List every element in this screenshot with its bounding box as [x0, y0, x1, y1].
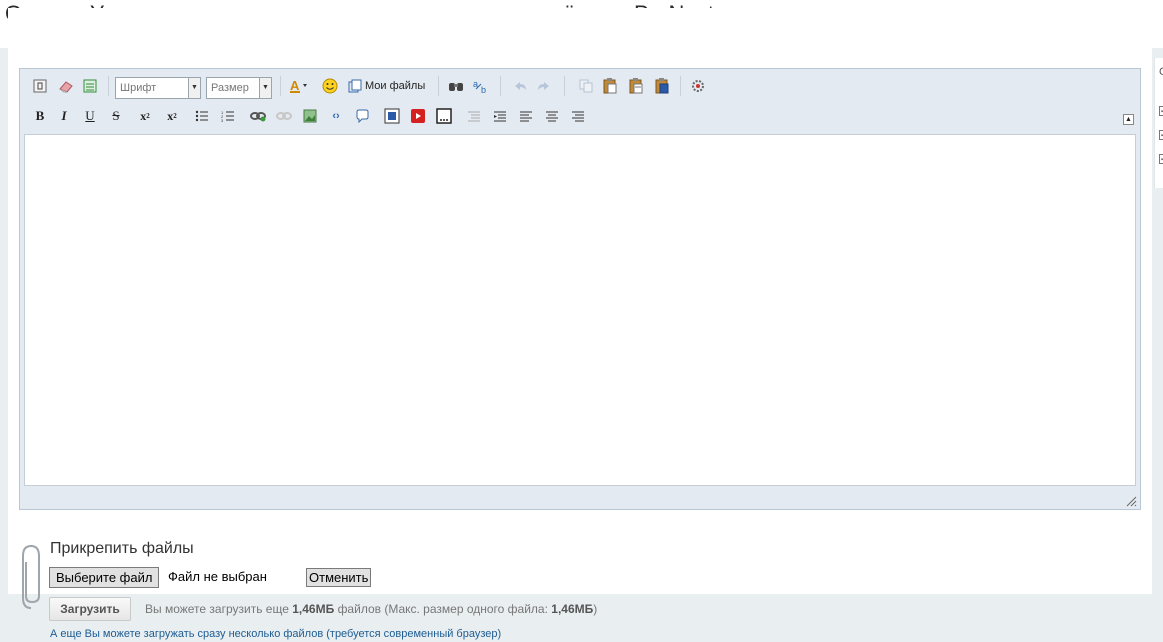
- find-icon[interactable]: [446, 76, 466, 96]
- italic-icon[interactable]: I: [54, 106, 74, 126]
- template-icon[interactable]: [80, 76, 100, 96]
- attach-files-section: Прикрепить файлы Выберите файл Файл не в…: [20, 540, 720, 640]
- unordered-list-icon[interactable]: [192, 106, 212, 126]
- chevron-down-icon: ▼: [259, 78, 271, 98]
- outdent-icon[interactable]: [490, 106, 510, 126]
- upload-note-suffix: ): [593, 602, 598, 616]
- side-checkbox-icon[interactable]: ✓: [1159, 154, 1163, 164]
- eraser-icon[interactable]: [56, 76, 76, 96]
- upload-note: Вы можете загрузить еще 1,46МБ файлов (М…: [145, 602, 597, 616]
- paperclip-icon: [20, 542, 42, 617]
- svg-text:3: 3: [221, 118, 224, 122]
- copy-icon[interactable]: [576, 76, 596, 96]
- strikethrough-icon[interactable]: S: [106, 106, 126, 126]
- paste-word-icon[interactable]: [652, 76, 672, 96]
- side-checkbox-icon[interactable]: ✓: [1159, 106, 1163, 116]
- toolbar-row-1: Шрифт ▼ Размер ▼ A Мои файлы ab: [20, 71, 1140, 101]
- side-panel-label: С: [1159, 66, 1163, 78]
- size-select[interactable]: Размер ▼: [206, 77, 272, 99]
- align-right-icon[interactable]: [568, 106, 588, 126]
- html-editor: Шрифт ▼ Размер ▼ A Мои файлы ab B I U S …: [19, 68, 1141, 510]
- toolbar-collapse-button[interactable]: ▲: [1123, 114, 1134, 125]
- side-panel: С ✓ ✓ ✓: [1154, 58, 1163, 188]
- chevron-down-icon: ▼: [188, 78, 200, 98]
- no-file-label: Файл не выбран: [168, 569, 267, 584]
- code-icon[interactable]: ‹›: [326, 106, 346, 126]
- svg-text:b: b: [481, 85, 486, 94]
- quote-icon[interactable]: [352, 106, 372, 126]
- font-select[interactable]: Шрифт ▼: [115, 77, 201, 99]
- my-files-label: Мои файлы: [365, 80, 426, 92]
- settings-icon[interactable]: [688, 76, 708, 96]
- youtube-icon[interactable]: [408, 106, 428, 126]
- ordered-list-icon[interactable]: 123: [218, 106, 238, 126]
- align-justify-icon[interactable]: [542, 106, 562, 126]
- upload-note-middle: файлов (Макс. размер одного файла:: [337, 602, 548, 616]
- source-icon[interactable]: [30, 76, 50, 96]
- smiley-icon[interactable]: [320, 76, 340, 96]
- toolbar-row-2: B I U S x2 x2 123 ‹›: [20, 103, 1140, 129]
- upload-button[interactable]: Загрузить: [49, 597, 131, 621]
- paste-text-icon[interactable]: [626, 76, 646, 96]
- bold-icon[interactable]: B: [30, 106, 50, 126]
- side-checkbox-icon[interactable]: ✓: [1159, 130, 1163, 140]
- my-files-icon: [348, 79, 362, 93]
- align-center-icon[interactable]: [516, 106, 536, 126]
- align-left-icon[interactable]: [464, 106, 484, 126]
- upload-note-max: 1,46МБ: [551, 602, 594, 616]
- font-select-value: Шрифт: [120, 82, 157, 94]
- multi-upload-link[interactable]: А еще Вы можете загружать сразу нескольк…: [50, 628, 501, 640]
- size-select-value: Размер: [211, 82, 249, 94]
- link-icon[interactable]: [248, 106, 268, 126]
- upload-note-prefix: Вы можете загрузить еще: [145, 602, 289, 616]
- redo-icon[interactable]: [534, 76, 554, 96]
- video-icon[interactable]: [382, 106, 402, 126]
- superscript-icon[interactable]: x2: [162, 106, 182, 126]
- subscript-icon[interactable]: x2: [135, 106, 155, 126]
- font-color-icon[interactable]: A: [288, 76, 312, 96]
- undo-icon[interactable]: [510, 76, 530, 96]
- unlink-icon[interactable]: [274, 106, 294, 126]
- choose-file-button[interactable]: Выберите файл: [49, 567, 160, 588]
- underline-icon[interactable]: U: [80, 106, 100, 126]
- my-files-button[interactable]: Мои файлы: [348, 79, 425, 93]
- attach-title: Прикрепить файлы: [50, 540, 194, 557]
- spoiler-icon[interactable]: [434, 106, 454, 126]
- image-icon[interactable]: [300, 106, 320, 126]
- editor-content-area[interactable]: [24, 134, 1136, 486]
- upload-note-size: 1,46МБ: [292, 602, 335, 616]
- paste-icon[interactable]: [600, 76, 620, 96]
- svg-text:A: A: [290, 78, 300, 93]
- spellcheck-icon[interactable]: ab: [472, 76, 492, 96]
- cancel-button[interactable]: Отменить: [306, 568, 372, 587]
- resize-grip-icon[interactable]: [1125, 494, 1137, 507]
